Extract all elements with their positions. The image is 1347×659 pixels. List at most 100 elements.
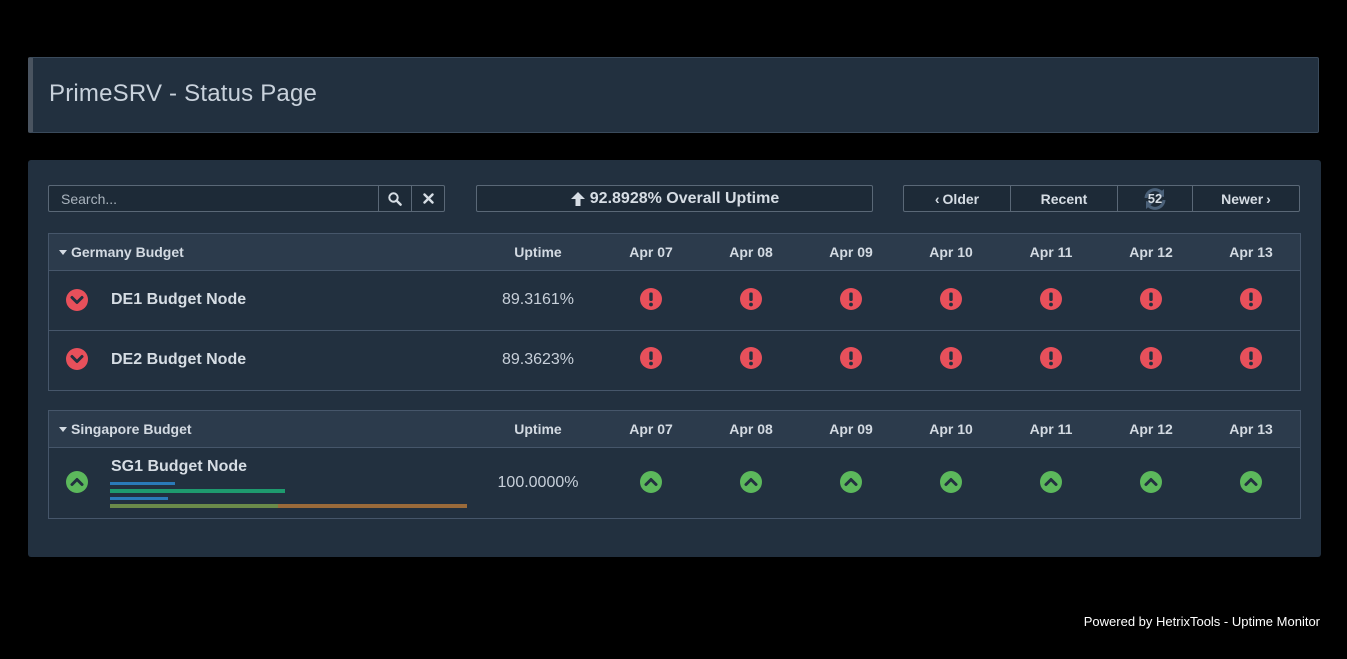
footer-credit[interactable]: Powered by HetrixTools - Uptime Monitor xyxy=(1084,614,1320,629)
exclamation-circle-icon xyxy=(840,288,862,310)
day-status xyxy=(1001,347,1101,369)
chevron-up-circle-icon xyxy=(1040,471,1062,493)
day-column-header: Apr 12 xyxy=(1129,244,1173,260)
day-status xyxy=(701,471,801,493)
day-status xyxy=(601,471,701,493)
recent-button[interactable]: Recent xyxy=(1011,185,1118,212)
chevron-up-circle-icon xyxy=(840,471,862,493)
chevron-up-circle-icon xyxy=(740,471,762,493)
monitor-group-germany: Germany Budget Uptime Apr 07 Apr 08 Apr … xyxy=(48,233,1301,391)
exclamation-circle-icon xyxy=(1040,347,1062,369)
exclamation-circle-icon xyxy=(740,288,762,310)
day-column-header: Apr 13 xyxy=(1229,421,1273,437)
monitor-name: DE1 Budget Node xyxy=(111,291,247,308)
day-status xyxy=(1001,471,1101,493)
pagination-controls: ‹ Older Recent 52 Newer › xyxy=(903,185,1300,212)
search-input[interactable] xyxy=(48,185,379,212)
usage-bar-disk xyxy=(110,497,168,500)
day-column-header: Apr 08 xyxy=(729,244,773,260)
caret-down-icon xyxy=(59,426,67,432)
exclamation-circle-icon xyxy=(1140,288,1162,310)
exclamation-circle-icon xyxy=(840,347,862,369)
chevron-left-icon: ‹ xyxy=(934,190,940,207)
exclamation-circle-icon xyxy=(640,347,662,369)
older-button[interactable]: ‹ Older xyxy=(903,185,1011,212)
search-icon xyxy=(388,191,402,206)
group-name: Singapore Budget xyxy=(71,421,192,437)
group-header: Singapore Budget Uptime Apr 07 Apr 08 Ap… xyxy=(49,411,1300,448)
day-column-header: Apr 10 xyxy=(929,244,973,260)
day-column-header: Apr 11 xyxy=(1029,421,1073,437)
day-column-header: Apr 07 xyxy=(629,244,673,260)
monitor-uptime: 100.0000% xyxy=(497,474,579,491)
day-status xyxy=(1001,288,1101,310)
exclamation-circle-icon xyxy=(740,347,762,369)
day-column-header: Apr 07 xyxy=(629,421,673,437)
uptime-column-header: Uptime xyxy=(514,244,562,260)
uptime-column-header: Uptime xyxy=(514,421,562,437)
group-toggle[interactable]: Singapore Budget xyxy=(59,421,192,437)
close-icon xyxy=(422,193,434,204)
day-status xyxy=(1201,347,1301,369)
day-status xyxy=(701,288,801,310)
recent-label: Recent xyxy=(1040,190,1088,207)
chevron-down-circle-icon xyxy=(66,289,88,311)
day-status xyxy=(1201,471,1301,493)
day-column-header: Apr 13 xyxy=(1229,244,1273,260)
refresh-countdown: 52 xyxy=(1147,191,1163,206)
monitor-row[interactable]: DE2 Budget Node 89.3623% xyxy=(49,331,1300,390)
day-column-header: Apr 09 xyxy=(829,421,873,437)
monitor-uptime: 89.3161% xyxy=(501,291,575,308)
exclamation-circle-icon xyxy=(1040,288,1062,310)
overall-uptime-text: 92.8928% Overall Uptime xyxy=(589,189,780,207)
group-header: Germany Budget Uptime Apr 07 Apr 08 Apr … xyxy=(49,234,1300,271)
arrow-up-icon xyxy=(570,191,586,207)
refresh-button[interactable]: 52 xyxy=(1118,185,1193,212)
day-status xyxy=(801,471,901,493)
day-status xyxy=(1201,288,1301,310)
chevron-right-icon: › xyxy=(1266,190,1271,207)
usage-bar-network-in xyxy=(110,504,278,508)
monitor-row[interactable]: DE1 Budget Node 89.3161% xyxy=(49,271,1300,331)
usage-bar-ram xyxy=(110,489,285,493)
chevron-down-circle-icon xyxy=(66,348,88,370)
day-status xyxy=(1101,347,1201,369)
overall-uptime-badge: 92.8928% Overall Uptime xyxy=(476,185,873,212)
group-toggle[interactable]: Germany Budget xyxy=(59,244,184,260)
group-name: Germany Budget xyxy=(71,244,184,260)
monitor-uptime: 89.3623% xyxy=(501,351,575,368)
day-status xyxy=(1101,288,1201,310)
day-status xyxy=(601,347,701,369)
chevron-up-circle-icon xyxy=(1240,471,1262,493)
chevron-up-circle-icon xyxy=(940,471,962,493)
usage-bar-network-out xyxy=(278,504,467,508)
monitor-group-singapore: Singapore Budget Uptime Apr 07 Apr 08 Ap… xyxy=(48,410,1301,519)
search-button[interactable] xyxy=(379,185,412,212)
day-status xyxy=(801,288,901,310)
exclamation-circle-icon xyxy=(1240,288,1262,310)
day-status xyxy=(901,347,1001,369)
page-header: PrimeSRV - Status Page xyxy=(28,57,1319,133)
chevron-up-circle-icon xyxy=(66,471,88,493)
clear-search-button[interactable] xyxy=(412,185,445,212)
exclamation-circle-icon xyxy=(1240,347,1262,369)
exclamation-circle-icon xyxy=(940,347,962,369)
status-panel: 92.8928% Overall Uptime ‹ Older Recent 5… xyxy=(28,160,1321,557)
monitor-row[interactable]: SG1 Budget Node 100.0000% xyxy=(49,448,1300,518)
newer-label: Newer xyxy=(1221,190,1264,207)
day-column-header: Apr 11 xyxy=(1029,244,1073,260)
caret-down-icon xyxy=(59,249,67,255)
exclamation-circle-icon xyxy=(640,288,662,310)
day-column-header: Apr 08 xyxy=(729,421,773,437)
day-status xyxy=(801,347,901,369)
newer-button[interactable]: Newer › xyxy=(1193,185,1300,212)
page-title: PrimeSRV - Status Page xyxy=(49,80,318,107)
day-status xyxy=(901,471,1001,493)
exclamation-circle-icon xyxy=(940,288,962,310)
chevron-up-circle-icon xyxy=(640,471,662,493)
search-bar xyxy=(48,185,445,212)
usage-bar-cpu xyxy=(110,482,175,485)
exclamation-circle-icon xyxy=(1140,347,1162,369)
older-label: Older xyxy=(942,190,980,207)
day-status xyxy=(901,288,1001,310)
